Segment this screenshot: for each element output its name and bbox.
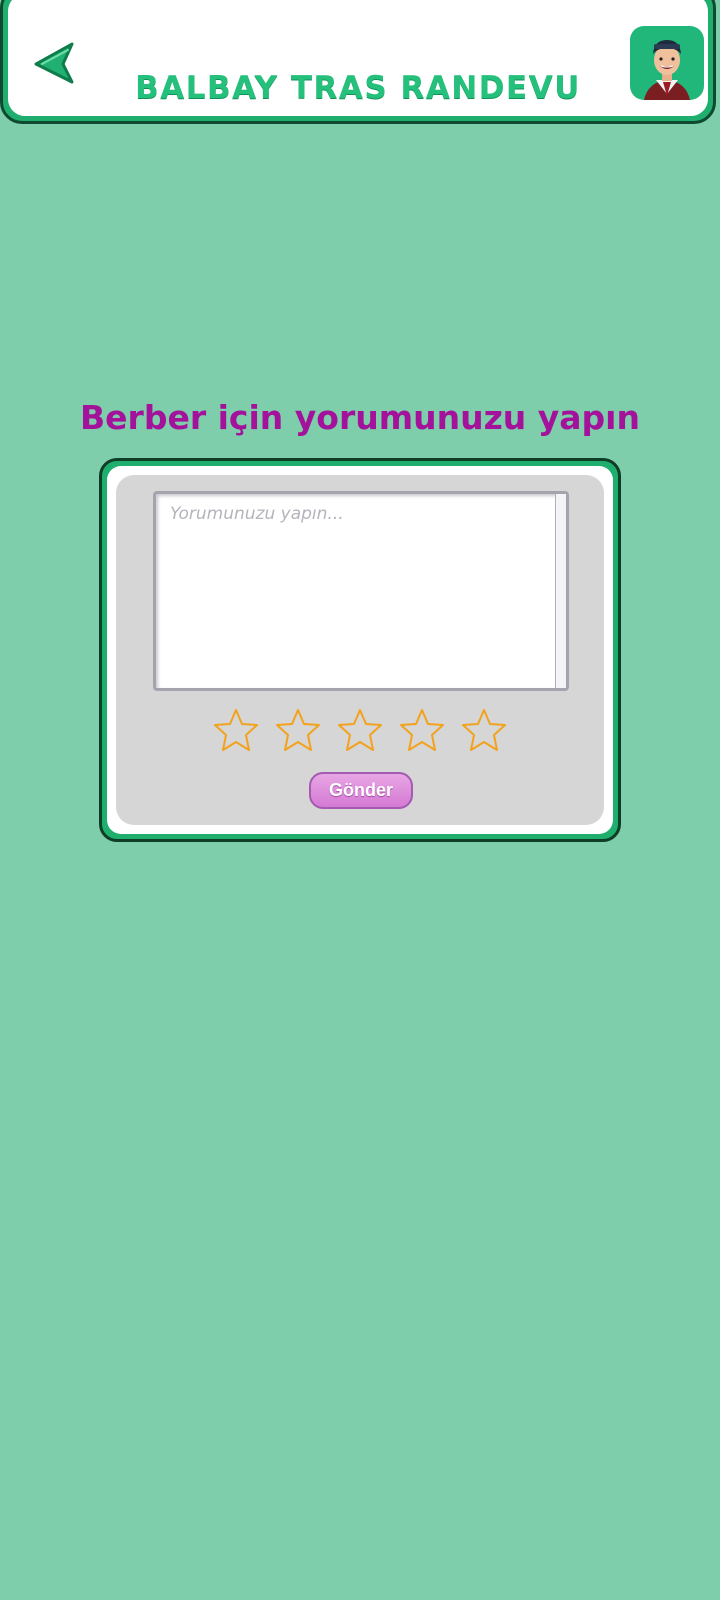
comment-card-body: Gönder bbox=[116, 475, 604, 825]
star-outline-icon bbox=[462, 709, 506, 751]
star-3[interactable] bbox=[336, 707, 384, 755]
barber-avatar-icon bbox=[644, 40, 690, 100]
star-2[interactable] bbox=[274, 707, 322, 755]
star-outline-icon bbox=[214, 709, 258, 751]
star-outline-icon bbox=[338, 709, 382, 751]
star-5[interactable] bbox=[460, 707, 508, 755]
avatar[interactable] bbox=[630, 26, 704, 100]
comment-scrollbar[interactable] bbox=[555, 494, 566, 688]
star-outline-icon bbox=[400, 709, 444, 751]
comment-box bbox=[153, 491, 569, 691]
star-rating bbox=[116, 707, 604, 755]
star-outline-icon bbox=[276, 709, 320, 751]
app-header: BALBAY TRAS RANDEVU bbox=[0, 0, 716, 124]
comment-input[interactable] bbox=[156, 494, 556, 688]
app-title: BALBAY TRAS RANDEVU bbox=[135, 70, 581, 106]
star-1[interactable] bbox=[212, 707, 260, 755]
comment-card: Gönder bbox=[99, 458, 621, 842]
page-title: Berber için yorumunuzu yapın bbox=[80, 398, 640, 437]
send-button[interactable]: Gönder bbox=[309, 772, 413, 809]
comment-card-frame: Gönder bbox=[107, 466, 613, 834]
header-panel: BALBAY TRAS RANDEVU bbox=[8, 0, 708, 116]
star-4[interactable] bbox=[398, 707, 446, 755]
